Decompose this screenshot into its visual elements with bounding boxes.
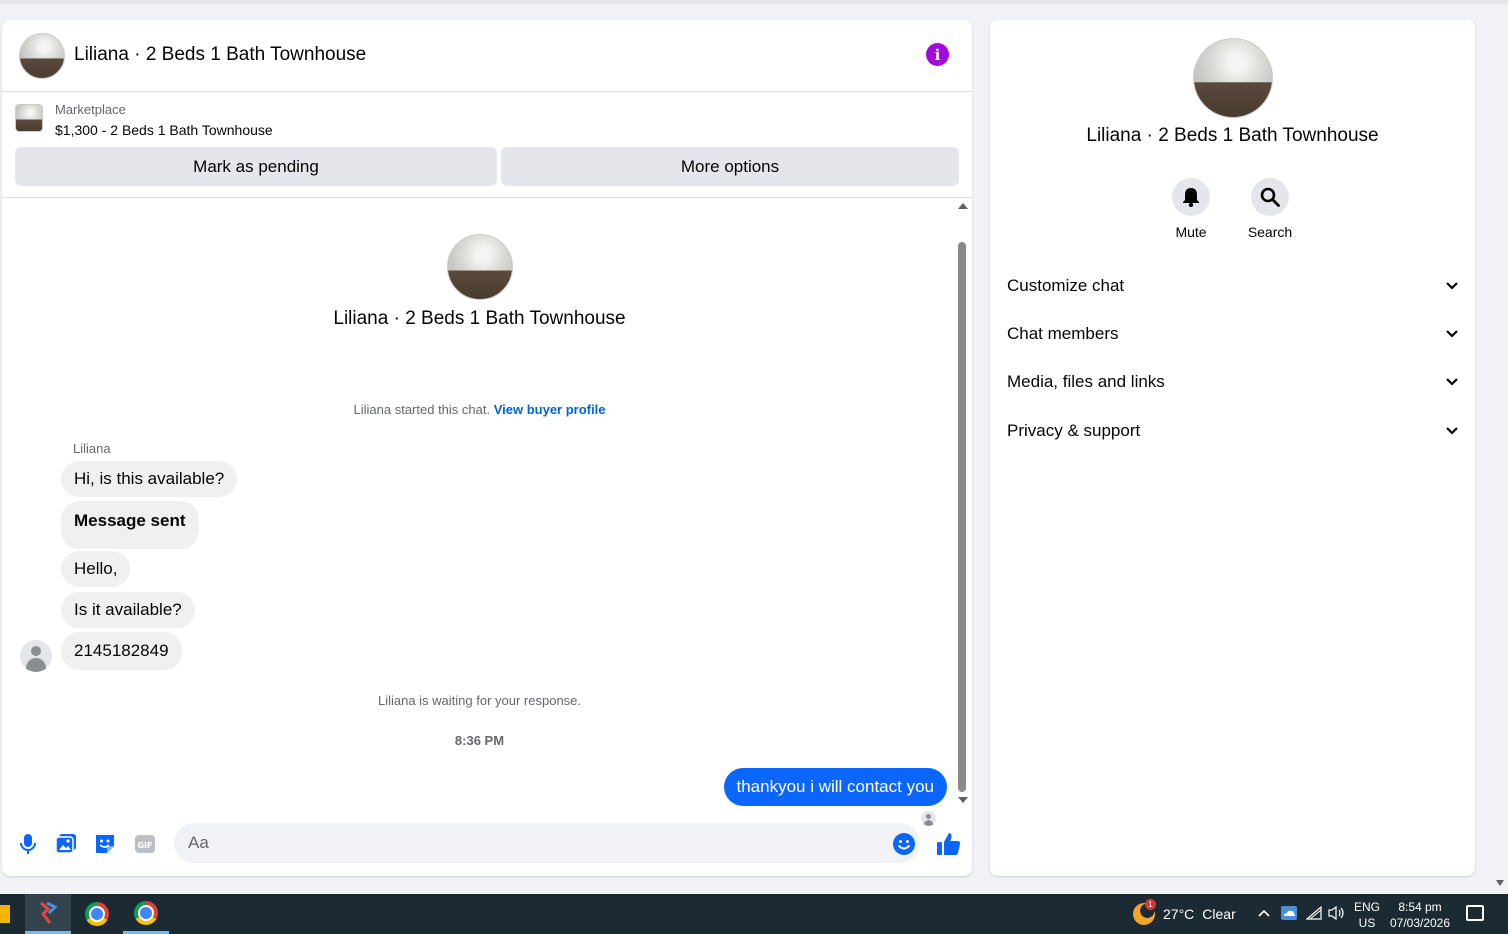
page-scroll-down-arrow-icon[interactable] [1496,880,1504,886]
more-options-button[interactable]: More options [501,147,959,186]
wifi-icon[interactable] [1305,905,1322,923]
windows-taskbar: 1 27°C Clear ENG US 8:54 pm 07/03/2026 [0,894,1508,934]
sender-name: Liliana [73,441,111,456]
start-icon[interactable] [0,905,10,923]
listing-thumbnail[interactable] [15,104,43,132]
search-label: Search [1247,224,1293,240]
section-label: Chat members [1007,324,1119,343]
chrome-icon[interactable] [74,894,120,934]
view-buyer-profile-link[interactable]: View buyer profile [494,402,606,417]
message-composer: GIF [2,809,972,876]
message-thread[interactable]: Liliana · 2 Beds 1 Bath Townhouse Lilian… [2,199,972,826]
sender-avatar-icon[interactable] [20,640,52,672]
chat-started-text: Liliana started this chat. [353,402,491,417]
gif-icon[interactable]: GIF [134,833,156,855]
chat-members-section[interactable]: Chat members [1007,314,1459,354]
message-input[interactable] [174,823,920,863]
emoji-icon[interactable] [892,832,916,856]
notification-center-icon[interactable] [1466,905,1484,921]
search-icon[interactable] [1251,178,1289,216]
weather-widget[interactable]: 1 27°C Clear [1133,899,1236,925]
onedrive-icon[interactable] [1280,905,1298,924]
section-label: Privacy & support [1007,421,1141,440]
chat-header: Liliana · 2 Beds 1 Bath Townhouse i [2,20,972,92]
info-avatar[interactable] [1193,38,1273,118]
mute-label: Mute [1175,224,1207,240]
info-title: Liliana · 2 Beds 1 Bath Townhouse [1086,125,1379,146]
system-clock[interactable]: 8:54 pm 07/03/2026 [1388,899,1452,931]
incoming-message[interactable]: Message sent [61,501,199,549]
taskbar-app-icon[interactable] [25,894,71,934]
incoming-message[interactable]: Hi, is this available? [61,461,238,497]
section-label: Media, files and links [1007,372,1165,391]
customize-chat-section[interactable]: Customize chat [1007,266,1459,306]
media-files-links-section[interactable]: Media, files and links [1007,362,1459,402]
chrome-profile-icon[interactable] [123,894,169,934]
chevron-down-icon [1446,427,1458,435]
outgoing-message[interactable]: thankyou i will contact you [723,768,947,806]
thread-avatar [447,234,513,300]
language-code: ENG [1354,900,1381,914]
clock-date: 07/03/2026 [1389,916,1451,930]
scroll-thumb[interactable] [958,242,966,792]
sticker-icon[interactable] [94,833,116,855]
conversation-avatar[interactable] [19,33,65,79]
incoming-message[interactable]: 2145182849 [61,632,182,670]
listing-price-title[interactable]: $1,300 - 2 Beds 1 Bath Townhouse [55,122,273,138]
browser-top-strip [0,0,1508,4]
chevron-down-icon [1446,378,1458,386]
waiting-notice: Liliana is waiting for your response. [377,693,582,708]
incoming-message[interactable]: Is it available? [61,592,195,628]
svg-text:GIF: GIF [137,841,152,850]
conversation-title[interactable]: Liliana · 2 Beds 1 Bath Townhouse [74,44,366,66]
microphone-icon[interactable] [17,833,39,855]
chat-panel: Liliana · 2 Beds 1 Bath Townhouse i Mark… [2,20,972,876]
chevron-down-icon [1446,330,1458,338]
region-code: US [1358,916,1376,930]
chevron-up-icon[interactable] [1257,906,1271,921]
thumbs-up-icon[interactable] [936,831,962,857]
message-timestamp: 8:36 PM [454,733,505,748]
listing-bar: Marketplace $1,300 - 2 Beds 1 Bath Townh… [2,92,972,198]
mark-as-pending-button[interactable]: Mark as pending [15,147,497,186]
chevron-down-icon [1446,282,1458,290]
info-icon[interactable]: i [926,43,949,66]
search-button[interactable]: Search [1240,178,1300,240]
conversation-info-panel: Liliana · 2 Beds 1 Bath Townhouse Mute S… [990,20,1475,876]
incoming-message[interactable]: Hello, [61,551,131,587]
thread-title: Liliana · 2 Beds 1 Bath Townhouse [333,308,626,329]
scroll-down-arrow-icon[interactable] [958,797,968,803]
privacy-support-section[interactable]: Privacy & support [1007,411,1459,451]
language-indicator[interactable]: ENG US [1354,899,1380,931]
weather-badge: 1 [1145,899,1156,910]
section-label: Customize chat [1007,276,1125,295]
scroll-up-arrow-icon[interactable] [958,203,968,209]
bell-icon[interactable] [1172,178,1210,216]
speaker-icon[interactable] [1328,905,1344,924]
weather-desc: Clear [1202,906,1236,922]
listing-source: Marketplace [55,102,126,117]
photo-attach-icon[interactable] [55,833,77,855]
thread-scrollbar[interactable] [955,199,969,809]
clock-time: 8:54 pm [1398,900,1442,914]
weather-temp: 27°C [1163,906,1195,922]
moon-weather-icon: 1 [1133,899,1156,925]
mute-button[interactable]: Mute [1161,178,1221,240]
chat-started-notice: Liliana started this chat. View buyer pr… [2,402,957,417]
